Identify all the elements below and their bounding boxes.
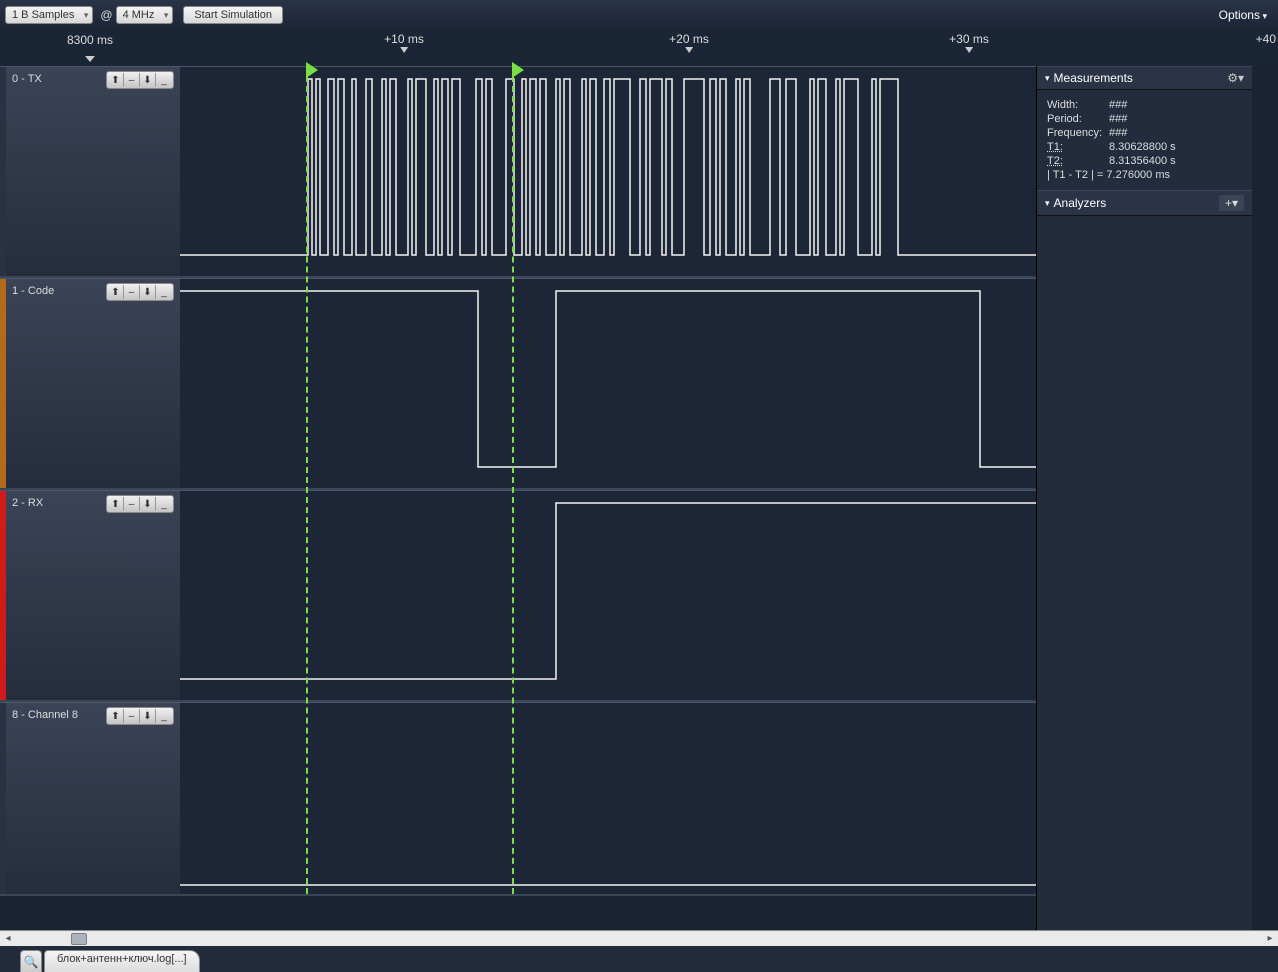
channel-name: 2 - RX: [12, 497, 43, 509]
meas-freq-label: Frequency:: [1047, 127, 1109, 139]
options-menu[interactable]: Options: [1213, 6, 1273, 24]
scroll-left-button[interactable]: ◂: [0, 932, 16, 946]
time-tick: +20 ms: [669, 32, 709, 53]
waveform-tx[interactable]: [180, 67, 1036, 276]
analyzers-header[interactable]: Analyzers +▾: [1037, 190, 1252, 216]
trigger-buttons: ⬆ – ⬇ _: [106, 71, 174, 89]
marker-t2[interactable]: [512, 66, 514, 894]
trigger-fall-icon[interactable]: ⬇: [140, 73, 156, 87]
meas-width-value: ###: [1109, 99, 1127, 111]
trigger-fall-icon[interactable]: ⬇: [140, 709, 156, 723]
search-icon: 🔍: [24, 955, 39, 969]
meas-t2-value: 8.31356400 s: [1109, 155, 1176, 167]
time-tick: +10 ms: [384, 32, 424, 53]
gear-icon[interactable]: ⚙▾: [1227, 71, 1244, 85]
channel-header[interactable]: 0 - TX ⬆ – ⬇ _: [0, 67, 180, 276]
time-ruler[interactable]: +10 ms +20 ms +30 ms +40: [180, 30, 1278, 66]
marker-flag-icon: [306, 62, 318, 78]
meas-t1-label[interactable]: T1:: [1047, 141, 1109, 153]
rate-value: 4 MHz: [123, 9, 155, 21]
time-origin-label: 8300 ms: [0, 30, 180, 66]
measurements-header[interactable]: Measurements ⚙▾: [1037, 66, 1252, 90]
meas-delta: | T1 - T2 | = 7.276000 ms: [1047, 169, 1170, 181]
trigger-buttons: ⬆ – ⬇ _: [106, 495, 174, 513]
scroll-right-button[interactable]: ▸: [1262, 932, 1278, 946]
meas-period-label: Period:: [1047, 113, 1109, 125]
samples-value: 1 B Samples: [12, 9, 74, 21]
meas-width-label: Width:: [1047, 99, 1109, 111]
channel-color-bar: [0, 279, 6, 488]
analyzers-title: Analyzers: [1054, 196, 1107, 210]
marker-flag-icon: [512, 62, 524, 78]
trigger-fall-icon[interactable]: ⬇: [140, 285, 156, 299]
measurements-table: Width:### Period:### Frequency:### T1:8.…: [1037, 90, 1252, 190]
file-tab[interactable]: блок+антенн+ключ.log[...]: [44, 950, 200, 972]
trigger-low-icon[interactable]: _: [156, 73, 172, 87]
waveform-code[interactable]: [180, 279, 1036, 488]
scroll-track[interactable]: [16, 932, 1262, 946]
measurements-title: Measurements: [1054, 71, 1133, 85]
time-tick: +30 ms: [949, 32, 989, 53]
trigger-dash-icon[interactable]: –: [124, 497, 140, 511]
channel-color-bar: [0, 703, 6, 894]
trigger-rise-icon[interactable]: ⬆: [108, 709, 124, 723]
meas-period-value: ###: [1109, 113, 1127, 125]
start-simulation-button[interactable]: Start Simulation: [183, 6, 283, 24]
trigger-rise-icon[interactable]: ⬆: [108, 285, 124, 299]
tab-search-button[interactable]: 🔍: [20, 950, 42, 972]
marker-t1[interactable]: [306, 66, 308, 894]
channel-header[interactable]: 2 - RX ⬆ – ⬇ _: [0, 491, 180, 700]
channel-name: 8 - Channel 8: [12, 709, 78, 721]
channel-color-bar: [0, 67, 6, 276]
at-symbol: @: [100, 8, 112, 22]
trigger-low-icon[interactable]: _: [156, 285, 172, 299]
samples-select[interactable]: 1 B Samples: [5, 6, 93, 24]
trigger-buttons: ⬆ – ⬇ _: [106, 707, 174, 725]
meas-freq-value: ###: [1109, 127, 1127, 139]
channel-header[interactable]: 8 - Channel 8 ⬆ – ⬇ _: [0, 703, 180, 894]
channel-name: 1 - Code: [12, 285, 54, 297]
trigger-low-icon[interactable]: _: [156, 709, 172, 723]
meas-t2-label[interactable]: T2:: [1047, 155, 1109, 167]
rate-select[interactable]: 4 MHz: [116, 6, 174, 24]
horizontal-scrollbar[interactable]: ◂ ▸: [0, 930, 1278, 946]
trigger-dash-icon[interactable]: –: [124, 709, 140, 723]
channel-name: 0 - TX: [12, 73, 42, 85]
trigger-low-icon[interactable]: _: [156, 497, 172, 511]
meas-t1-value: 8.30628800 s: [1109, 141, 1176, 153]
trigger-dash-icon[interactable]: –: [124, 285, 140, 299]
trigger-fall-icon[interactable]: ⬇: [140, 497, 156, 511]
trigger-rise-icon[interactable]: ⬆: [108, 497, 124, 511]
channel-color-bar: [0, 491, 6, 700]
trigger-rise-icon[interactable]: ⬆: [108, 73, 124, 87]
time-tick: +40: [1256, 32, 1276, 46]
scroll-thumb[interactable]: [71, 933, 87, 945]
channel-header[interactable]: 1 - Code ⬆ – ⬇ _: [0, 279, 180, 488]
trigger-dash-icon[interactable]: –: [124, 73, 140, 87]
waveform-ch8[interactable]: [180, 703, 1036, 894]
waveform-rx[interactable]: [180, 491, 1036, 700]
trigger-buttons: ⬆ – ⬇ _: [106, 283, 174, 301]
add-analyzer-button[interactable]: +▾: [1219, 195, 1244, 211]
